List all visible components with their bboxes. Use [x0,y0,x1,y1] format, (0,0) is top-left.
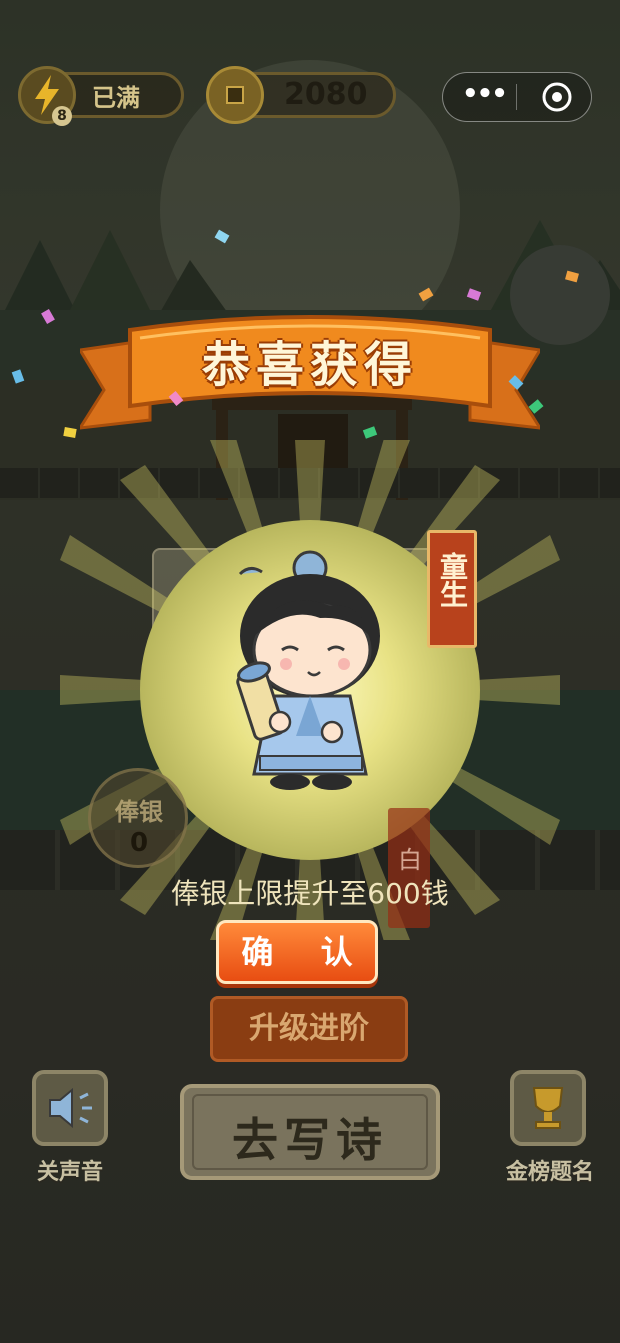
upgrade-button[interactable]: 升级进阶 [210,996,408,1062]
confirm-button[interactable]: 确 认 [216,920,378,984]
sound-label: 关声音 [36,1160,103,1185]
salary-value: 0 [129,828,149,858]
confetti-piece [63,427,77,438]
capsule-divider [516,84,517,110]
energy-count-badge: 8 [52,106,72,126]
scholar-character [236,550,380,790]
leaderboard-button[interactable] [510,1070,586,1146]
coin-count: 2080 [284,77,368,112]
sound-toggle-button[interactable] [32,1070,108,1146]
faint-rank-text: 白 [398,846,422,874]
rank-title: 童生 [436,552,469,608]
energy-status: 已满 [92,84,140,112]
trophy-icon [532,1087,564,1129]
leaderboard-label: 金榜题名 [505,1160,594,1185]
coin-hole [226,86,244,104]
more-dots-icon[interactable]: ••• [462,80,508,114]
congrats-title: 恭喜获得 [201,337,418,393]
salary-label: 俸银 [115,798,163,826]
write-poem-label: 去写诗 [232,1113,388,1167]
speaker-icon [49,1087,92,1129]
target-circle-icon[interactable] [540,80,574,114]
reward-message: 俸银上限提升至600钱 [171,877,449,910]
